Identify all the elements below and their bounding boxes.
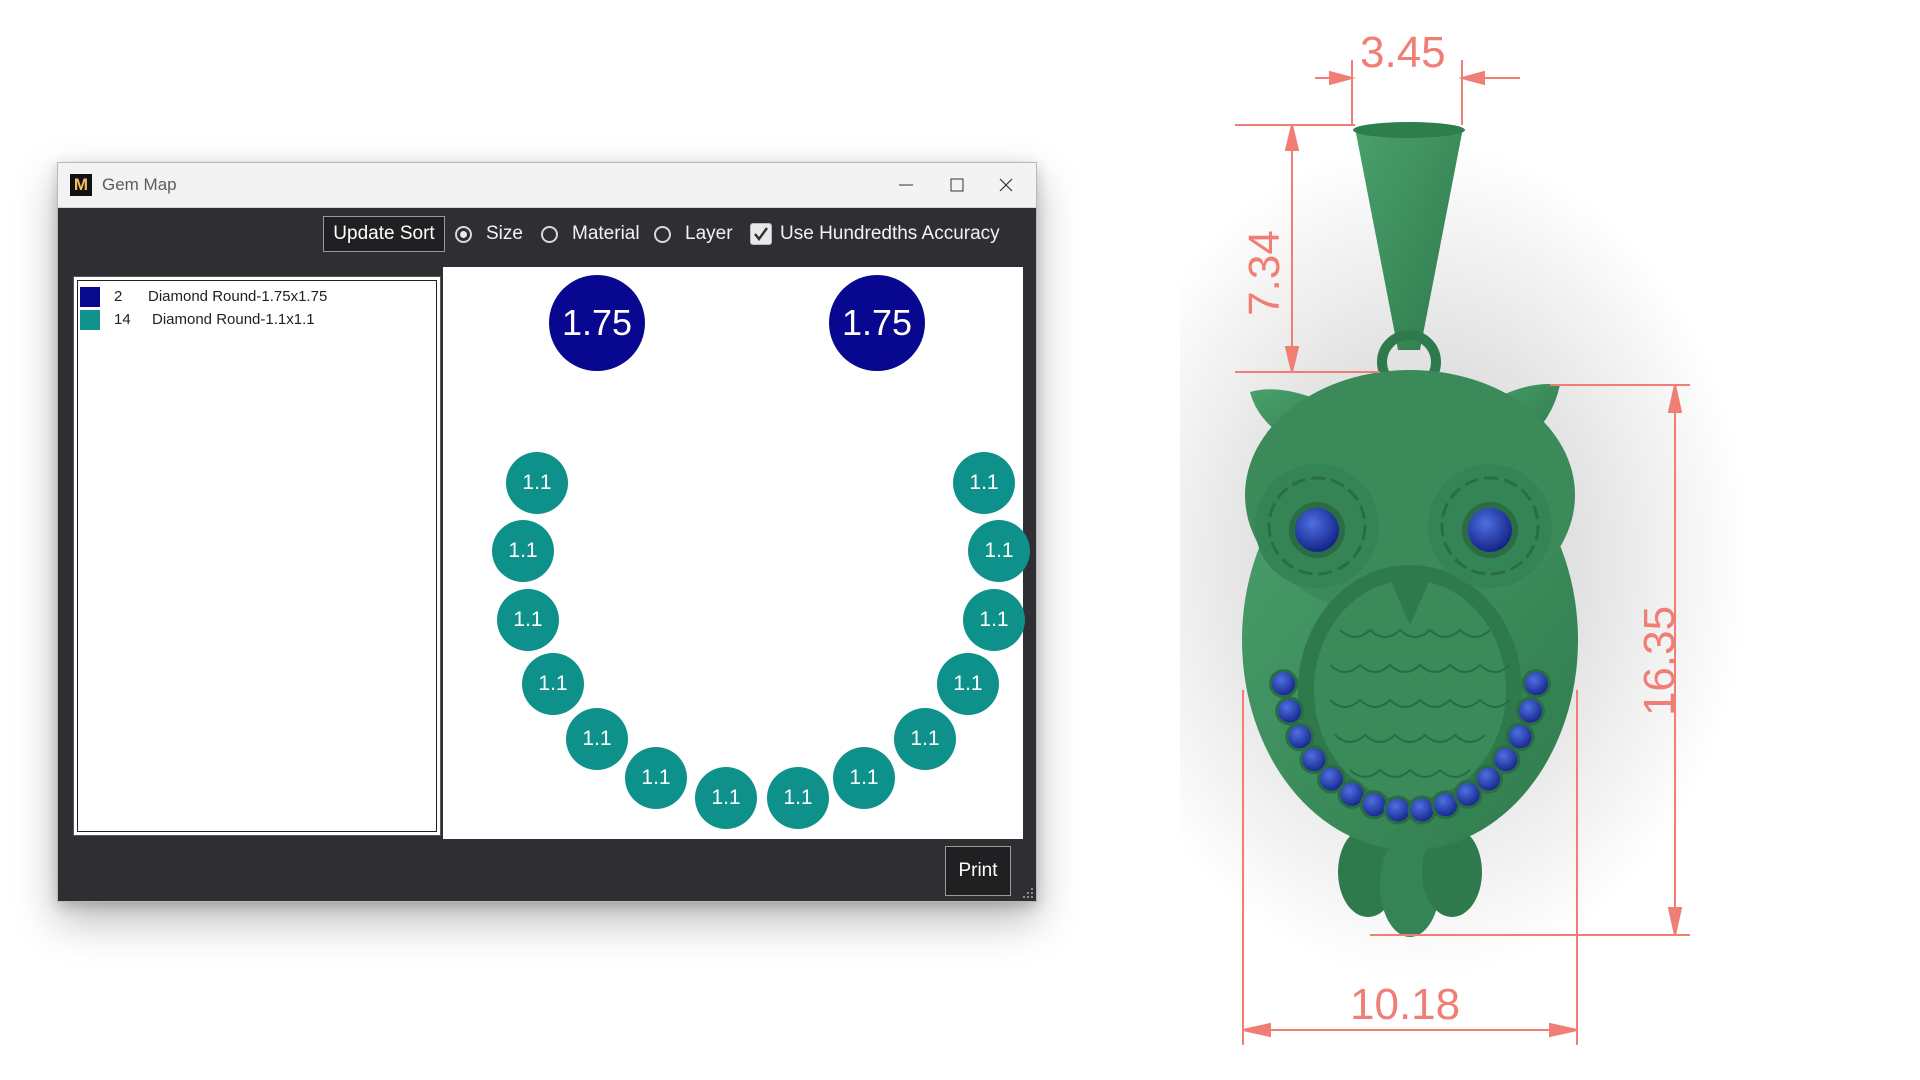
gem-count: 2 (114, 288, 123, 305)
minimize-button[interactable] (884, 169, 928, 201)
border-gem (1521, 669, 1551, 699)
window-title: Gem Map (102, 175, 177, 194)
border-gem (1285, 722, 1315, 752)
border-gem (1515, 696, 1545, 726)
gem-marker-small[interactable]: 1.1 (963, 589, 1025, 651)
gem-name: Diamond Round-1.1x1.1 (152, 311, 315, 328)
close-icon (999, 178, 1013, 192)
sort-size-radio[interactable] (455, 226, 472, 243)
gem-marker-small[interactable]: 1.1 (625, 747, 687, 809)
gem-marker-small[interactable]: 1.1 (492, 520, 554, 582)
bail-width-dimension: 3.45 (1360, 28, 1446, 77)
body-height-dimension: 16.35 (1635, 605, 1685, 717)
body-width-dimension: 10.18 (1350, 980, 1461, 1029)
gem-color-swatch (80, 310, 100, 330)
app-logo-icon: M (70, 174, 92, 196)
gem-marker-large[interactable]: 1.75 (829, 275, 925, 371)
gem-marker-small[interactable]: 1.1 (566, 708, 628, 770)
hundredths-accuracy-label: Use Hundredths Accuracy (780, 223, 1000, 244)
checkmark-icon (754, 227, 768, 241)
print-button[interactable]: Print (945, 846, 1011, 896)
update-sort-button[interactable]: Update Sort (323, 216, 445, 252)
gem-marker-small[interactable]: 1.1 (506, 452, 568, 514)
gem-map-window: M Gem Map Update Sort Size Material Laye… (57, 162, 1037, 902)
sort-material-label: Material (572, 223, 640, 244)
sort-size-label: Size (486, 223, 523, 244)
maximize-button[interactable] (935, 169, 979, 201)
bail-height-dimension: 7.34 (1239, 230, 1289, 316)
border-gem (1491, 745, 1521, 775)
title-bar[interactable]: M Gem Map (58, 163, 1036, 208)
border-gem (1407, 795, 1437, 825)
sort-material-radio[interactable] (541, 226, 558, 243)
right-eye-gem (1468, 508, 1512, 552)
gem-marker-small[interactable]: 1.1 (968, 520, 1030, 582)
toolbar: Update Sort Size Material Layer Use Hund… (58, 207, 1036, 263)
resize-grip-icon[interactable] (1022, 887, 1034, 899)
border-gem (1359, 790, 1389, 820)
close-button[interactable] (984, 169, 1028, 201)
sort-layer-label: Layer (685, 223, 733, 244)
border-gem (1505, 722, 1535, 752)
gem-marker-small[interactable]: 1.1 (894, 708, 956, 770)
gem-marker-small[interactable]: 1.1 (833, 747, 895, 809)
gem-marker-small[interactable]: 1.1 (937, 653, 999, 715)
gem-map-canvas[interactable]: 1.75 1.75 1.1 1.1 1.1 1.1 1.1 1.1 1.1 1.1 1.1 1.1 1.… (443, 267, 1030, 839)
gem-marker-small[interactable]: 1.1 (497, 589, 559, 651)
gem-marker-small[interactable]: 1.1 (522, 653, 584, 715)
border-gem (1275, 696, 1305, 726)
gem-marker-large[interactable]: 1.75 (549, 275, 645, 371)
gem-color-swatch (80, 287, 100, 307)
hundredths-accuracy-checkbox[interactable] (750, 223, 772, 245)
left-eye-gem (1295, 508, 1339, 552)
gem-marker-small[interactable]: 1.1 (695, 767, 757, 829)
border-gem (1383, 795, 1413, 825)
gem-count: 14 (114, 311, 131, 328)
gem-marker-small[interactable]: 1.1 (767, 767, 829, 829)
gem-name: Diamond Round-1.75x1.75 (148, 288, 328, 305)
minimize-icon (899, 184, 913, 186)
sort-layer-radio[interactable] (654, 226, 671, 243)
border-gem (1269, 669, 1299, 699)
maximize-icon (950, 178, 964, 192)
owl-pendant-render (1180, 60, 1750, 1045)
gem-marker-small[interactable]: 1.1 (953, 452, 1015, 514)
gem-list[interactable]: 2 Diamond Round-1.75x1.75 14 Diamond Rou… (73, 276, 441, 836)
